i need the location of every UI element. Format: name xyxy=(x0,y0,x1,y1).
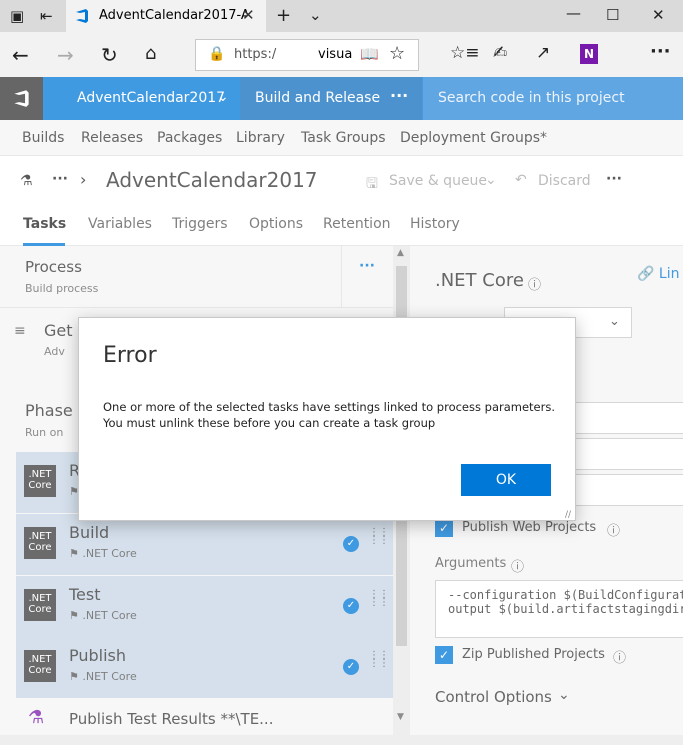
pen-icon[interactable]: ✍ xyxy=(493,43,507,63)
refresh-icon[interactable]: ↻ xyxy=(101,43,118,67)
dialog-title: Error xyxy=(103,343,157,368)
error-dialog: Error One or more of the selected tasks … xyxy=(78,317,576,521)
dialog-message: One or more of the selected tasks have s… xyxy=(103,400,556,430)
maximize-icon[interactable]: ☐ xyxy=(606,6,619,24)
url-suffix: visua xyxy=(318,47,353,62)
minimize-icon[interactable]: — xyxy=(566,4,581,22)
reading-view-icon[interactable]: 📖 xyxy=(360,45,379,63)
resize-grip-icon[interactable]: ∕∕ xyxy=(565,510,575,520)
lock-icon: 🔒 xyxy=(208,46,226,62)
tab-title: AdventCalendar2017-A! xyxy=(99,8,247,23)
tab-list-icon[interactable]: ⌄ xyxy=(309,6,322,24)
close-icon[interactable]: ✕ xyxy=(652,6,665,24)
browser-address-bar: ← → ↻ ⌂ 🔒 https:/ visua 📖 ☆ ☆≡ ✍ ↗ N ··· xyxy=(0,32,683,77)
browser-tab-bar: ▣ ⇤ AdventCalendar2017-A! ✕ + ⌄ — ☐ ✕ xyxy=(0,0,683,32)
new-tab-icon[interactable]: + xyxy=(276,5,291,26)
favorite-icon[interactable]: ☆ xyxy=(389,43,405,64)
ok-button[interactable]: OK xyxy=(461,464,551,496)
home-icon[interactable]: ⌂ xyxy=(145,43,156,64)
more-icon[interactable]: ··· xyxy=(650,41,671,62)
forward-icon[interactable]: → xyxy=(57,43,74,67)
set-aside-tabs-icon[interactable]: ⇤ xyxy=(40,7,53,25)
onenote-icon[interactable]: N xyxy=(580,44,598,64)
browser-tab[interactable]: AdventCalendar2017-A! ✕ xyxy=(66,0,266,32)
share-icon[interactable]: ↗ xyxy=(536,43,550,63)
url-field[interactable]: 🔒 https:/ visua 📖 ☆ xyxy=(195,39,419,71)
url-prefix: https:/ xyxy=(234,47,277,62)
tab-preview-icon[interactable]: ▣ xyxy=(10,7,24,25)
back-icon[interactable]: ← xyxy=(12,43,29,67)
vsts-favicon-icon xyxy=(76,9,88,23)
tab-close-icon[interactable]: ✕ xyxy=(242,6,255,24)
favorites-hub-icon[interactable]: ☆≡ xyxy=(450,43,479,63)
